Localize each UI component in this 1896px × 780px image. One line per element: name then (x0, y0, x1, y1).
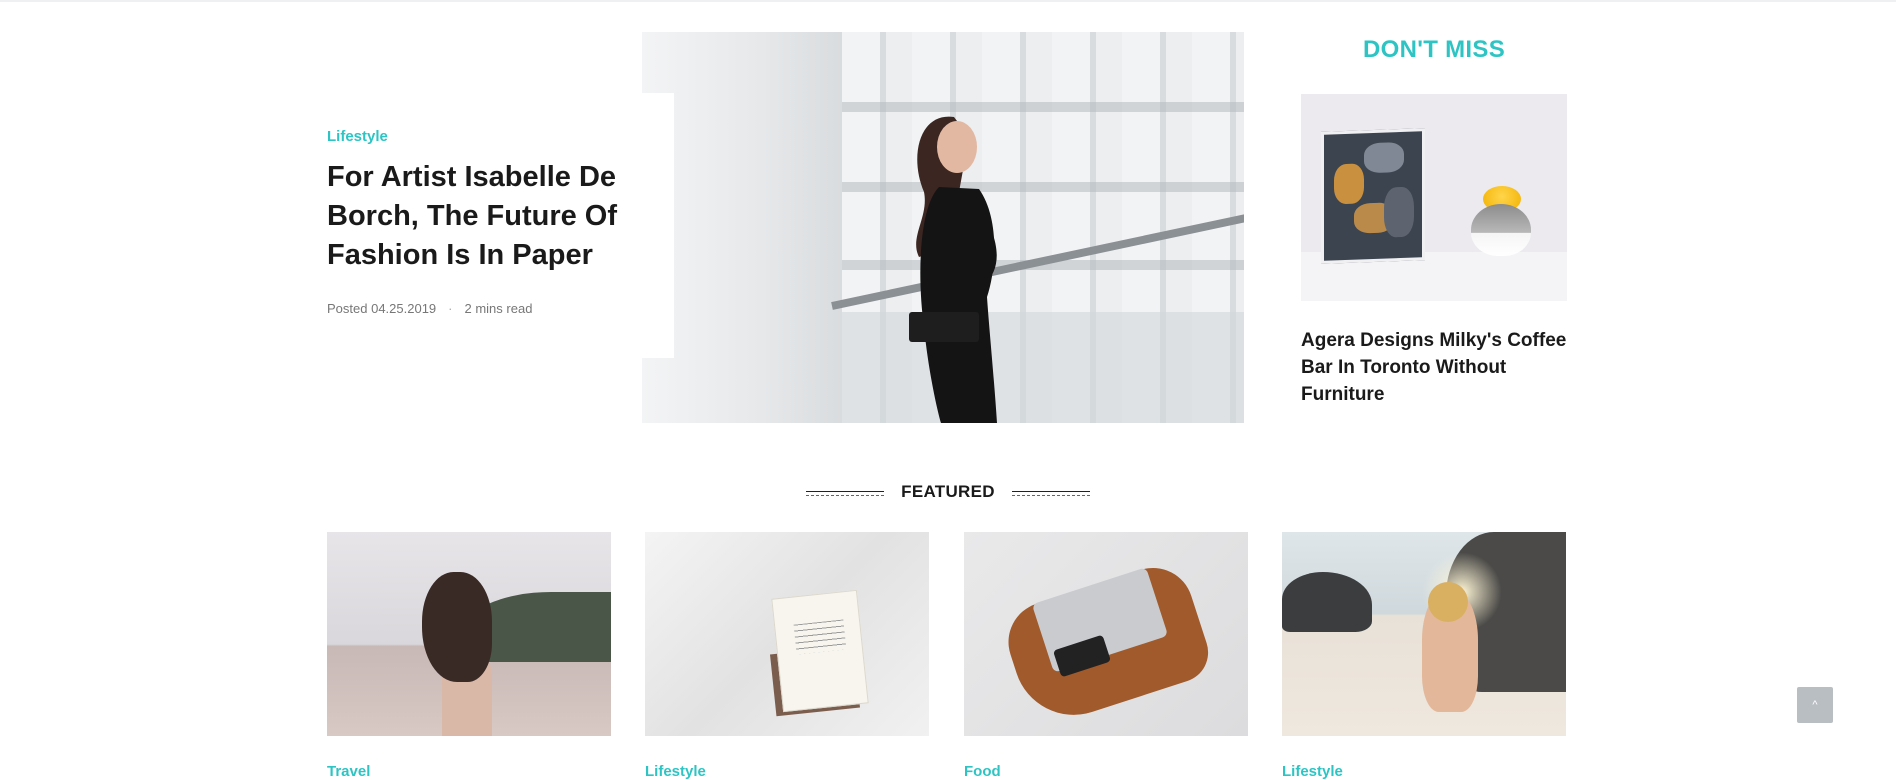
featured-card-image[interactable] (964, 532, 1248, 736)
featured-card-category[interactable]: Lifestyle (1282, 763, 1566, 780)
meta-separator: · (448, 301, 453, 316)
featured-card-image[interactable] (645, 532, 929, 736)
woman-figure (909, 116, 997, 423)
hero-meta: Posted 04.25.2019 · 2 mins read (327, 301, 532, 316)
hero-category-link[interactable]: Lifestyle (327, 128, 388, 145)
posted-date: Posted 04.25.2019 (327, 301, 437, 316)
featured-card-category[interactable]: Travel (327, 763, 611, 780)
featured-card[interactable]: Travel (327, 532, 611, 780)
featured-card-image[interactable] (327, 532, 611, 736)
dont-miss-image[interactable] (1301, 94, 1567, 301)
read-time: 2 mins read (464, 301, 533, 316)
featured-card-image[interactable] (1282, 532, 1566, 736)
scroll-to-top-button[interactable]: ^ (1797, 687, 1833, 723)
top-divider (0, 0, 1896, 2)
hero-title[interactable]: For Artist Isabelle De Borch, The Future… (327, 158, 617, 275)
dont-miss-headline[interactable]: Agera Designs Milky's Coffee Bar In Toro… (1301, 327, 1581, 408)
featured-heading-block: FEATURED (806, 482, 1090, 502)
featured-card[interactable]: Food (964, 532, 1248, 780)
chevron-up-icon: ^ (1812, 699, 1818, 711)
featured-card[interactable]: Lifestyle (1282, 532, 1566, 780)
hero-image[interactable] (642, 32, 1244, 423)
featured-right-rule (1012, 491, 1090, 496)
featured-card[interactable]: Lifestyle (645, 532, 929, 780)
featured-card-category[interactable]: Lifestyle (645, 763, 929, 780)
featured-card-category[interactable]: Food (964, 763, 1248, 780)
dont-miss-heading: DON'T MISS (1362, 36, 1506, 63)
featured-heading: FEATURED (901, 482, 995, 501)
featured-left-rule (806, 491, 884, 496)
